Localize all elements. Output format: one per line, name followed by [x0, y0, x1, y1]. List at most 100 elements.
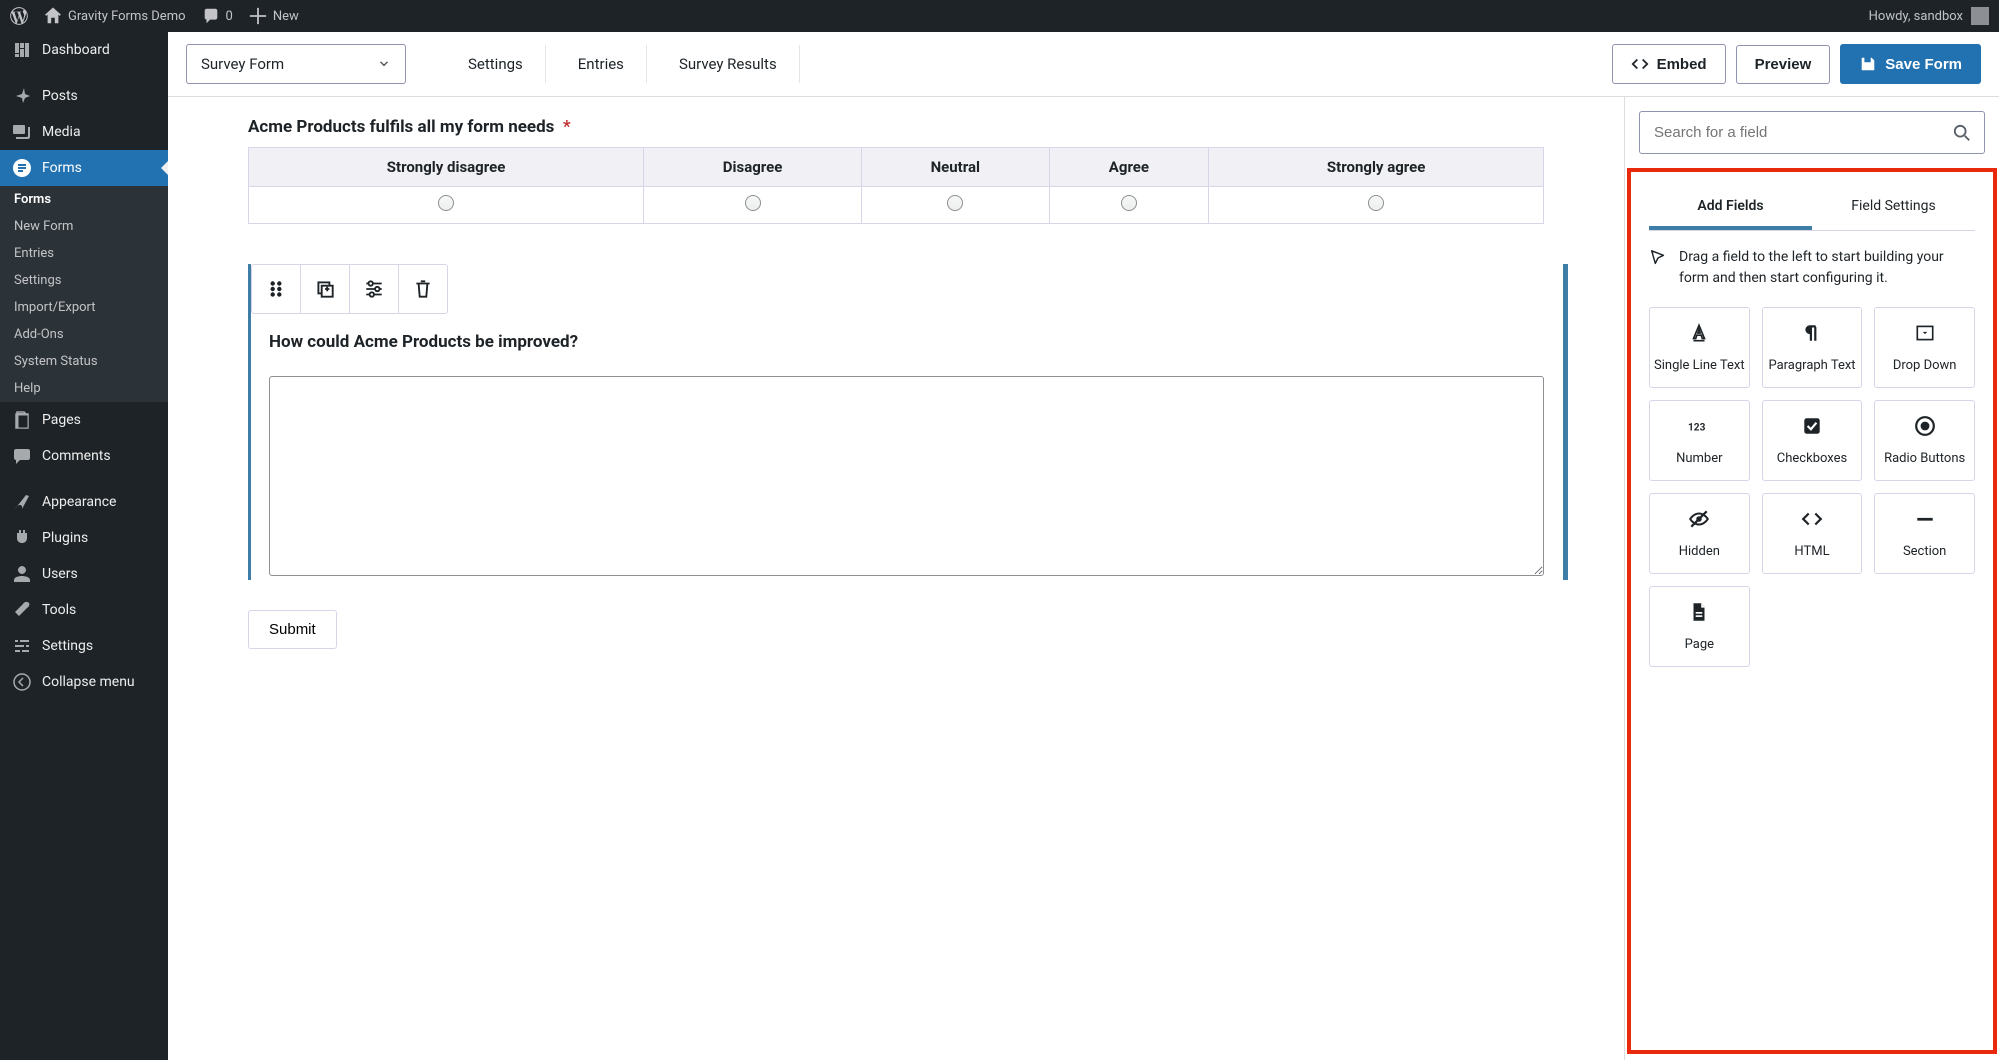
user-menu[interactable]: Howdy, sandbox: [1869, 7, 1989, 25]
embed-button[interactable]: Embed: [1612, 44, 1726, 84]
likert-table: Strongly disagree Disagree Neutral Agree…: [248, 147, 1544, 224]
likert-col-2: Disagree: [644, 148, 862, 187]
submenu-settings[interactable]: Settings: [0, 267, 168, 294]
likert-radio-4[interactable]: [1121, 195, 1137, 211]
field-page[interactable]: Page: [1649, 586, 1750, 667]
cursor-icon: [1649, 249, 1667, 267]
likert-radio-3[interactable]: [947, 195, 963, 211]
likert-radio-1[interactable]: [438, 195, 454, 211]
hidden-icon: [1688, 508, 1710, 530]
submenu-new-form[interactable]: New Form: [0, 213, 168, 240]
wrench-icon: [12, 600, 32, 620]
sidebar-item-settings[interactable]: Settings: [0, 628, 168, 664]
form-name: Survey Form: [201, 55, 284, 73]
sidebar-item-forms[interactable]: Forms: [0, 150, 168, 186]
editor-topbar: Survey Form Settings Entries Survey Resu…: [168, 32, 1999, 97]
text-icon: [1688, 322, 1710, 344]
submenu-entries[interactable]: Entries: [0, 240, 168, 267]
pages-icon: [12, 410, 32, 430]
sidebar-item-media[interactable]: Media: [0, 114, 168, 150]
sidebar-item-comments[interactable]: Comments: [0, 438, 168, 474]
pin-icon: [12, 86, 32, 106]
question-1-label: Acme Products fulfils all my form needs …: [248, 117, 1544, 137]
section-icon: [1914, 508, 1936, 530]
drag-hint: Drag a field to the left to start buildi…: [1649, 247, 1975, 289]
field-hidden[interactable]: Hidden: [1649, 493, 1750, 574]
sliders-icon: [363, 278, 385, 300]
required-indicator: *: [563, 117, 571, 137]
dropdown-icon: [1914, 322, 1936, 344]
field-single-line-text[interactable]: Single Line Text: [1649, 307, 1750, 388]
drag-handle[interactable]: [251, 264, 301, 314]
submit-button[interactable]: Submit: [248, 610, 337, 649]
preview-button[interactable]: Preview: [1736, 45, 1831, 84]
trash-icon: [412, 278, 434, 300]
forms-icon: [12, 158, 32, 178]
highlighted-region: Add Fields Field Settings Drag a field t…: [1627, 168, 1997, 1054]
toplink-survey-results[interactable]: Survey Results: [657, 45, 800, 83]
pilcrow-icon: [1801, 322, 1823, 344]
admin-sidebar: Dashboard Posts Media Forms Forms New Fo…: [0, 32, 168, 1060]
site-home-link[interactable]: Gravity Forms Demo: [44, 7, 186, 25]
search-icon: [1953, 124, 1971, 142]
toplink-entries[interactable]: Entries: [556, 45, 647, 83]
duplicate-button[interactable]: [300, 264, 350, 314]
field-radio-buttons[interactable]: Radio Buttons: [1874, 400, 1975, 481]
settings-button[interactable]: [349, 264, 399, 314]
likert-col-3: Neutral: [862, 148, 1049, 187]
plug-icon: [12, 528, 32, 548]
forms-submenu: Forms New Form Entries Settings Import/E…: [0, 186, 168, 402]
form-switcher[interactable]: Survey Form: [186, 44, 406, 84]
comments-link[interactable]: 0: [202, 7, 233, 25]
sidebar-item-posts[interactable]: Posts: [0, 78, 168, 114]
wp-logo[interactable]: [10, 7, 28, 25]
toplink-settings[interactable]: Settings: [446, 45, 546, 83]
submenu-system-status[interactable]: System Status: [0, 348, 168, 375]
tab-field-settings[interactable]: Field Settings: [1812, 186, 1975, 230]
sidebar-item-tools[interactable]: Tools: [0, 592, 168, 628]
form-canvas: Acme Products fulfils all my form needs …: [168, 97, 1624, 1060]
likert-radio-2[interactable]: [745, 195, 761, 211]
field-toolbar: [251, 264, 1544, 314]
page-icon: [1688, 601, 1710, 623]
collapse-icon: [12, 672, 32, 692]
field-paragraph-text[interactable]: Paragraph Text: [1762, 307, 1863, 388]
tab-add-fields[interactable]: Add Fields: [1649, 186, 1812, 230]
submenu-import-export[interactable]: Import/Export: [0, 294, 168, 321]
sidebar-item-appearance[interactable]: Appearance: [0, 484, 168, 520]
sidebar-item-plugins[interactable]: Plugins: [0, 520, 168, 556]
field-checkboxes[interactable]: Checkboxes: [1762, 400, 1863, 481]
submenu-addons[interactable]: Add-Ons: [0, 321, 168, 348]
save-form-button[interactable]: Save Form: [1840, 44, 1981, 84]
avatar: [1971, 7, 1989, 25]
delete-button[interactable]: [398, 264, 448, 314]
admin-bar: Gravity Forms Demo 0 New Howdy, sandbox: [0, 0, 1999, 32]
sidebar-item-dashboard[interactable]: Dashboard: [0, 32, 168, 68]
likert-col-1: Strongly disagree: [249, 148, 644, 187]
sidebar-item-users[interactable]: Users: [0, 556, 168, 592]
comments-icon: [12, 446, 32, 466]
code-icon: [1631, 55, 1649, 73]
media-icon: [12, 122, 32, 142]
sidebar-collapse[interactable]: Collapse menu: [0, 664, 168, 700]
site-title: Gravity Forms Demo: [68, 9, 186, 24]
field-drop-down[interactable]: Drop Down: [1874, 307, 1975, 388]
field-html[interactable]: HTML: [1762, 493, 1863, 574]
likert-radio-5[interactable]: [1368, 195, 1384, 211]
field-section[interactable]: Section: [1874, 493, 1975, 574]
html-icon: [1801, 508, 1823, 530]
paragraph-textarea[interactable]: [269, 376, 1544, 576]
field-number[interactable]: 123Number: [1649, 400, 1750, 481]
svg-text:123: 123: [1688, 423, 1706, 434]
field-search-input[interactable]: [1639, 111, 1985, 154]
number-icon: 123: [1688, 415, 1710, 437]
likert-col-5: Strongly agree: [1209, 148, 1544, 187]
brush-icon: [12, 492, 32, 512]
new-content-link[interactable]: New: [249, 7, 299, 25]
sliders-icon: [12, 636, 32, 656]
selected-field[interactable]: How could Acme Products be improved?: [248, 264, 1544, 580]
submenu-help[interactable]: Help: [0, 375, 168, 402]
radio-icon: [1914, 415, 1936, 437]
submenu-forms[interactable]: Forms: [0, 186, 168, 213]
sidebar-item-pages[interactable]: Pages: [0, 402, 168, 438]
